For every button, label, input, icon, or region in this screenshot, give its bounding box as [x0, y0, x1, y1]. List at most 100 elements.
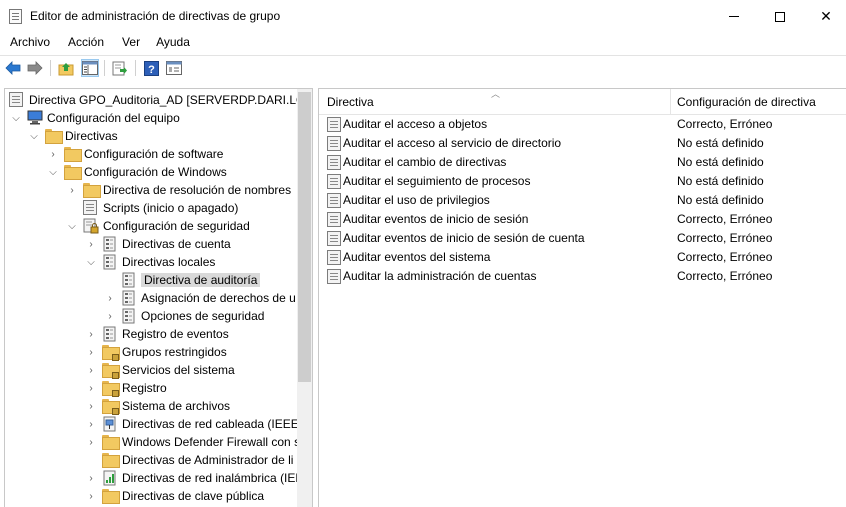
tree-item-label: Grupos restringidos [122, 345, 227, 359]
tree-item-security-settings[interactable]: ⌵ Configuración de seguridad [67, 217, 250, 235]
policy-setting-icon [327, 174, 341, 189]
folder-icon [45, 128, 63, 144]
tree-item-registry[interactable]: › Registro [86, 379, 167, 397]
tree-item-label: Configuración de software [84, 147, 224, 161]
chevron-right-icon[interactable]: › [86, 415, 96, 433]
chevron-right-icon[interactable]: › [86, 469, 96, 487]
properties-button[interactable] [165, 59, 183, 77]
tree-item-label: Directivas locales [122, 255, 216, 269]
list-item[interactable]: Auditar el acceso a objetos Correcto, Er… [319, 115, 846, 134]
locked-folder-icon [102, 344, 120, 361]
details-pane[interactable]: ︿ Directiva Configuración de directiva A… [318, 88, 846, 507]
tree-item-label: Directivas de red cableada (IEEE 8 [122, 417, 309, 431]
tree-item-software-settings[interactable]: › Configuración de software [48, 145, 223, 163]
chevron-down-icon[interactable]: ⌵ [48, 163, 58, 181]
chevron-down-icon[interactable]: ⌵ [11, 109, 21, 127]
tree-item-wired-network[interactable]: › Directivas de red cableada (IEEE 8 [86, 415, 309, 433]
tree-item-wireless-network[interactable]: › Directivas de red inalámbrica (IEE [86, 469, 303, 487]
chevron-right-icon[interactable]: › [105, 307, 115, 325]
list-item[interactable]: Auditar el cambio de directivas No está … [319, 153, 846, 172]
policy-setting: Correcto, Erróneo [677, 117, 773, 131]
toolbar: ? [0, 55, 846, 80]
tree-item-policies[interactable]: ⌵ Directivas [29, 127, 118, 145]
tree-scrollbar-thumb[interactable] [298, 92, 311, 382]
chevron-right-icon[interactable]: › [86, 379, 96, 397]
chevron-right-icon[interactable]: › [86, 361, 96, 379]
forward-button[interactable] [26, 59, 44, 77]
policy-name: Auditar el cambio de directivas [343, 155, 507, 169]
security-settings-icon [83, 218, 99, 234]
chevron-down-icon[interactable]: ⌵ [86, 253, 96, 271]
tree-item-audit-policy[interactable]: Directiva de auditoría [121, 271, 261, 289]
tree-item-name-resolution[interactable]: › Directiva de resolución de nombres [67, 181, 291, 199]
gpo-document-icon [9, 92, 25, 108]
list-item[interactable]: Auditar eventos de inicio de sesión de c… [319, 229, 846, 248]
tree-item-label: Sistema de archivos [122, 399, 231, 413]
list-item[interactable]: Auditar el uso de privilegios No está de… [319, 191, 846, 210]
column-header-policy[interactable]: Directiva [327, 95, 374, 109]
tree-item-account-policies[interactable]: › Directivas de cuenta [86, 235, 231, 253]
list-item[interactable]: Auditar eventos de inicio de sesión Corr… [319, 210, 846, 229]
column-header-setting[interactable]: Configuración de directiva [677, 95, 816, 109]
tree-scrollbar[interactable] [297, 89, 312, 507]
tree-item-computer-config[interactable]: ⌵ Configuración del equipo [11, 109, 180, 127]
list-item[interactable]: Auditar eventos del sistema Correcto, Er… [319, 248, 846, 267]
export-list-button[interactable] [111, 59, 129, 77]
column-divider[interactable] [670, 89, 671, 115]
show-hide-tree-button[interactable] [81, 59, 99, 77]
chevron-down-icon[interactable]: ⌵ [67, 217, 77, 235]
gpo-editor-icon [9, 9, 22, 24]
title-bar: Editor de administración de directivas d… [0, 0, 846, 33]
list-item[interactable]: Auditar la administración de cuentas Cor… [319, 267, 846, 286]
tree-item-root[interactable]: Directiva GPO_Auditoria_AD [SERVERDP.DAR… [9, 91, 313, 109]
tree-item-restricted-groups[interactable]: › Grupos restringidos [86, 343, 227, 361]
tree-item-file-system[interactable]: › Sistema de archivos [86, 397, 230, 415]
menu-accion[interactable]: Acción [68, 33, 104, 53]
policy-list-icon [121, 290, 137, 306]
chevron-right-icon[interactable]: › [86, 343, 96, 361]
close-button[interactable]: ✕ [803, 0, 846, 33]
locked-folder-icon [102, 380, 120, 397]
tree-item-security-options[interactable]: › Opciones de seguridad [105, 307, 264, 325]
tree-item-windows-settings[interactable]: ⌵ Configuración de Windows [48, 163, 227, 181]
tree-item-label: Registro [122, 381, 167, 395]
policy-setting-icon [327, 250, 341, 265]
menu-ayuda[interactable]: Ayuda [156, 33, 190, 53]
tree-item-defender-firewall[interactable]: › Windows Defender Firewall con s [86, 433, 300, 451]
policy-name: Auditar la administración de cuentas [343, 269, 537, 283]
policy-setting-icon [327, 155, 341, 170]
tree-item-label: Directivas de clave pública [122, 489, 265, 503]
chevron-down-icon[interactable]: ⌵ [29, 127, 39, 145]
tree-item-event-log[interactable]: › Registro de eventos [86, 325, 229, 343]
list-item[interactable]: Auditar el seguimiento de procesos No es… [319, 172, 846, 191]
maximize-button[interactable] [757, 0, 803, 33]
menu-ver[interactable]: Ver [122, 33, 140, 53]
tree-item-user-rights[interactable]: › Asignación de derechos de u [105, 289, 296, 307]
help-button[interactable]: ? [142, 59, 160, 77]
tree-pane[interactable]: Directiva GPO_Auditoria_AD [SERVERDP.DAR… [4, 88, 313, 507]
minimize-button[interactable] [711, 0, 757, 33]
chevron-right-icon[interactable]: › [86, 487, 96, 505]
export-list-icon [112, 61, 127, 75]
folder-icon [102, 488, 120, 504]
menu-archivo[interactable]: Archivo [10, 33, 50, 53]
list-item[interactable]: Auditar el acceso al servicio de directo… [319, 134, 846, 153]
policy-setting: No está definido [677, 136, 764, 150]
chevron-right-icon[interactable]: › [67, 181, 77, 199]
chevron-right-icon[interactable]: › [86, 397, 96, 415]
chevron-right-icon[interactable]: › [48, 145, 58, 163]
chevron-right-icon[interactable]: › [86, 235, 96, 253]
tree-item-network-list-manager[interactable]: Directivas de Administrador de li [102, 451, 293, 469]
back-button[interactable] [4, 59, 22, 77]
up-folder-button[interactable] [57, 59, 75, 77]
tree-item-label: Windows Defender Firewall con s [122, 435, 301, 449]
chevron-right-icon[interactable]: › [86, 325, 96, 343]
tree-item-public-key[interactable]: › Directivas de clave pública [86, 487, 264, 505]
tree-item-system-services[interactable]: › Servicios del sistema [86, 361, 235, 379]
chevron-right-icon[interactable]: › [86, 433, 96, 451]
chevron-right-icon[interactable]: › [105, 289, 115, 307]
tree-item-local-policies[interactable]: ⌵ Directivas locales [86, 253, 215, 271]
tree-item-scripts[interactable]: Scripts (inicio o apagado) [83, 199, 238, 217]
policy-name: Auditar el seguimiento de procesos [343, 174, 531, 188]
tree-item-label: Directiva GPO_Auditoria_AD [SERVERDP.DAR… [29, 93, 313, 107]
